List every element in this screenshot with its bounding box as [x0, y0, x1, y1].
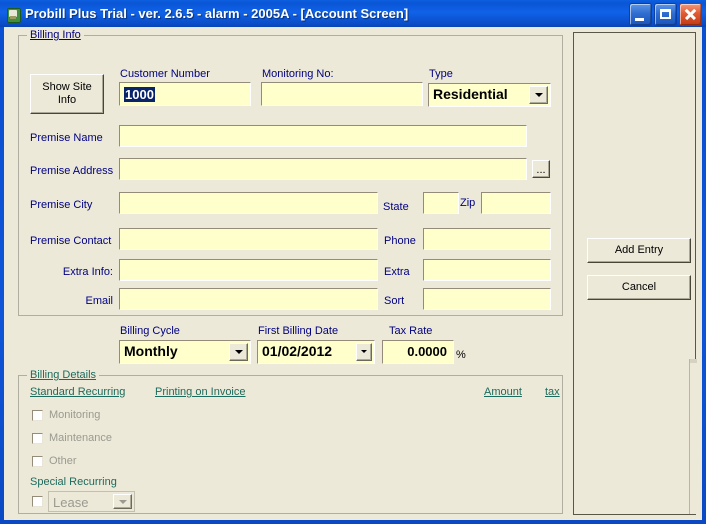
address-browse-button[interactable]: ...	[532, 160, 550, 178]
window-controls	[629, 3, 702, 26]
maintenance-label: Maintenance	[49, 432, 112, 444]
type-dropdown[interactable]: Residential	[428, 83, 551, 107]
monitoring-no-value	[262, 90, 266, 92]
extra-input[interactable]	[423, 259, 551, 281]
extra-info-value	[120, 267, 124, 269]
minimize-button[interactable]	[629, 3, 652, 26]
tax-rate-value: 0.0000	[407, 344, 447, 359]
monitoring-checkbox[interactable]	[32, 410, 43, 421]
sort-value	[424, 296, 428, 298]
premise-address-input[interactable]	[119, 158, 527, 180]
other-checkbox[interactable]	[32, 456, 43, 467]
cancel-button[interactable]: Cancel	[587, 275, 691, 300]
monitoring-no-label: Monitoring No:	[262, 68, 334, 80]
special-recurring-label: Special Recurring	[30, 476, 117, 488]
special-recurring-value: Lease	[53, 495, 89, 510]
zip-input[interactable]	[481, 192, 551, 214]
phone-label: Phone	[384, 235, 416, 247]
state-input[interactable]	[423, 192, 459, 214]
zip-value	[482, 200, 486, 202]
other-label: Other	[49, 455, 77, 467]
customer-number-value: 1000	[124, 87, 155, 102]
billing-info-group-title: Billing Info	[27, 29, 84, 41]
title-bar: Probill Plus Trial - ver. 2.6.5 - alarm …	[0, 0, 706, 27]
customer-number-label: Customer Number	[120, 68, 210, 80]
first-billing-date-picker[interactable]: 01/02/2012	[257, 340, 375, 364]
extra-value	[424, 267, 428, 269]
app-icon	[5, 6, 21, 23]
billing-cycle-value: Monthly	[124, 343, 178, 359]
panel-scrollbar[interactable]	[689, 359, 697, 514]
premise-contact-label: Premise Contact	[30, 235, 112, 247]
billing-cycle-label: Billing Cycle	[120, 325, 180, 337]
chevron-down-icon[interactable]	[529, 86, 548, 104]
premise-name-label: Premise Name	[30, 132, 103, 144]
amount-header: Amount	[484, 386, 522, 398]
billing-cycle-dropdown[interactable]: Monthly	[119, 340, 251, 364]
state-label: State	[383, 201, 409, 213]
tax-rate-input[interactable]: 0.0000	[382, 340, 454, 364]
billing-details-group-title: Billing Details	[27, 369, 100, 381]
premise-name-input[interactable]	[119, 125, 527, 147]
account-screen-form: Billing Info Show Site Info Customer Num…	[4, 27, 702, 520]
type-value: Residential	[433, 86, 508, 102]
close-icon[interactable]	[679, 3, 702, 26]
chevron-down-icon[interactable]	[356, 343, 372, 361]
special-recurring-checkbox[interactable]	[32, 496, 43, 507]
monitoring-label: Monitoring	[49, 409, 101, 421]
add-entry-button[interactable]: Add Entry	[587, 238, 691, 263]
extra-label: Extra	[384, 266, 410, 278]
customer-number-input[interactable]: 1000	[119, 82, 251, 106]
premise-contact-value	[120, 236, 124, 238]
premise-city-value	[120, 200, 124, 202]
special-recurring-dropdown[interactable]: Lease	[48, 491, 135, 512]
tax-rate-label: Tax Rate	[389, 325, 433, 337]
tax-header: tax	[545, 386, 560, 398]
phone-input[interactable]	[423, 228, 551, 250]
window-title: Probill Plus Trial - ver. 2.6.5 - alarm …	[25, 6, 409, 21]
sort-input[interactable]	[423, 288, 551, 310]
zip-label: Zip	[460, 197, 476, 209]
premise-name-value	[120, 133, 124, 135]
extra-info-label: Extra Info:	[62, 266, 113, 278]
client-area: Billing Info Show Site Info Customer Num…	[4, 27, 702, 520]
show-site-info-line1: Show Site	[42, 81, 92, 93]
application-window: Probill Plus Trial - ver. 2.6.5 - alarm …	[0, 0, 706, 524]
email-label: Email	[85, 295, 113, 307]
premise-address-value	[120, 166, 124, 168]
tax-rate-percent-suffix: %	[456, 349, 466, 361]
cancel-label: Cancel	[621, 281, 657, 293]
maximize-restore-button[interactable]	[654, 3, 677, 26]
email-value	[120, 296, 124, 298]
add-entry-label: Add Entry	[614, 244, 664, 256]
sort-label: Sort	[384, 295, 405, 307]
email-input[interactable]	[119, 288, 378, 310]
right-side-panel	[573, 32, 696, 515]
state-value	[424, 200, 428, 202]
monitoring-no-input[interactable]	[261, 82, 423, 106]
premise-address-label: Premise Address	[30, 165, 114, 177]
chevron-down-icon[interactable]	[113, 494, 132, 509]
show-site-info-button[interactable]: Show Site Info	[30, 74, 104, 114]
premise-contact-input[interactable]	[119, 228, 378, 250]
first-billing-date-value: 01/02/2012	[262, 343, 333, 359]
phone-value	[424, 236, 428, 238]
type-label: Type	[429, 68, 453, 80]
address-browse-label: ...	[536, 164, 546, 176]
premise-city-input[interactable]	[119, 192, 378, 214]
show-site-info-line2: Info	[57, 94, 77, 106]
chevron-down-icon[interactable]	[229, 343, 248, 361]
maintenance-checkbox[interactable]	[32, 433, 43, 444]
first-billing-date-label: First Billing Date	[258, 325, 339, 337]
standard-recurring-header: Standard Recurring	[30, 386, 126, 398]
printing-on-invoice-header: Printing on Invoice	[155, 386, 246, 398]
extra-info-input[interactable]	[119, 259, 378, 281]
scrollbar-thumb[interactable]	[690, 359, 697, 363]
premise-city-label: Premise City	[30, 199, 93, 211]
